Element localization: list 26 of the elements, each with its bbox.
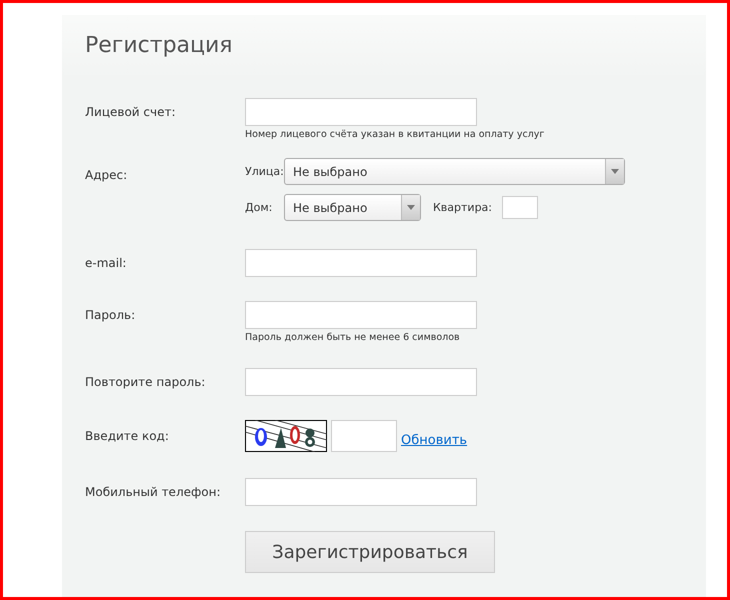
field-label: e-mail: [85,255,128,271]
email-field[interactable] [245,249,477,277]
field-hint: Номер лицевого счёта указан в квитанции на оплату услуг [245,128,544,141]
field-hint: Пароль должен быть не менее 6 символов [245,331,460,344]
register-button[interactable]: Зарегистрироваться [245,531,495,573]
field-label: Пароль: [85,307,136,323]
caret-icon [611,169,619,174]
form-title: Регистрация [85,32,233,60]
street-dropdown[interactable]: Не выбрано [284,158,625,185]
password-field[interactable] [245,301,477,329]
apartment-field[interactable] [502,196,538,219]
refresh-link[interactable]: Обновить [401,432,468,448]
account-field[interactable] [245,98,477,126]
field-label: Повторите пароль: [85,374,206,390]
field-label: Дом: [245,201,274,214]
field-label: Квартира: [433,201,492,214]
field-label: Введите код: [85,428,170,444]
repeat-password-field[interactable] [245,368,477,396]
field-label: Улица: [245,165,284,178]
field-label: Мобильный телефон: [85,484,222,500]
phone-field[interactable] [245,478,477,506]
field-label: Лицевой счет: [85,104,177,120]
caret-icon [407,205,415,210]
field-label: Адрес: [85,167,128,183]
house-dropdown[interactable]: Не выбрано [284,194,421,221]
captcha-field[interactable] [331,420,397,452]
